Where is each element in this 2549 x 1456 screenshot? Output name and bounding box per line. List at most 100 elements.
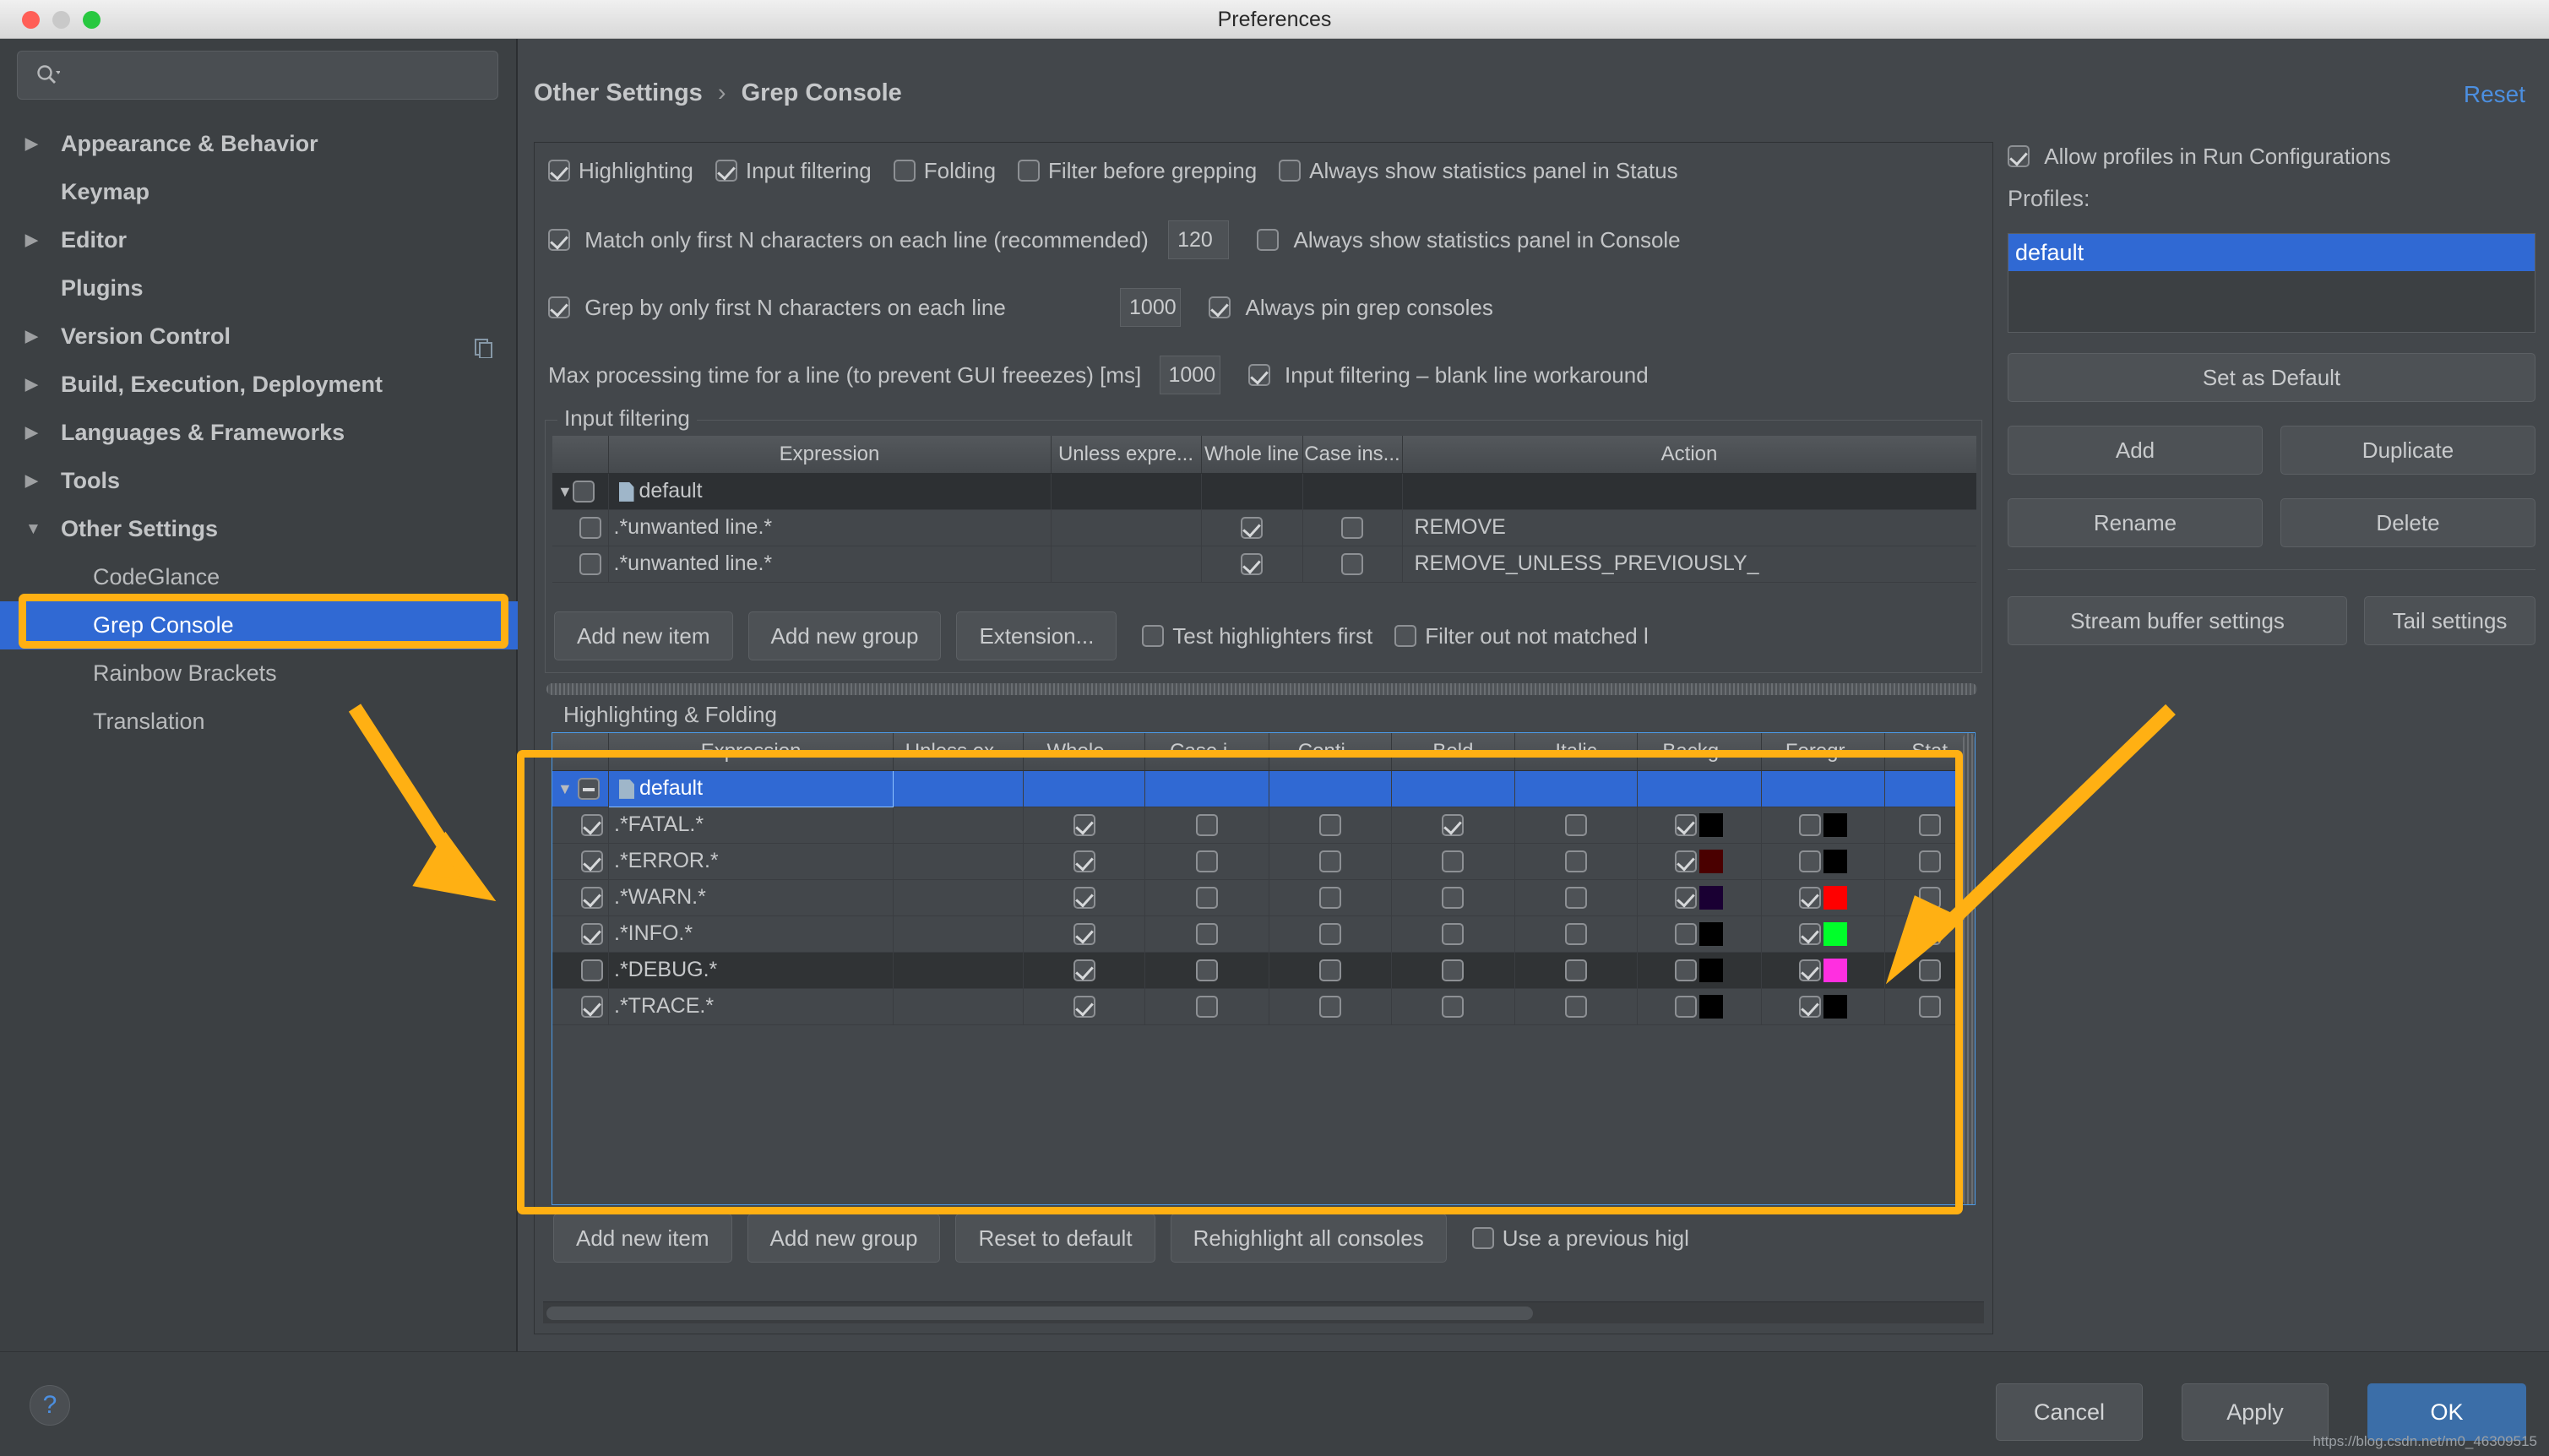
hl-expression-cell[interactable]: .*ERROR.* (608, 843, 894, 880)
hl-column-header[interactable]: Conti... (1269, 733, 1392, 771)
hl-stat-checkbox[interactable] (1918, 814, 1941, 837)
if-column-header[interactable]: Case ins... (1302, 436, 1403, 474)
hl-italic-checkbox[interactable] (1565, 996, 1588, 1019)
hl-column-header[interactable]: Foregr... (1761, 733, 1886, 771)
highlighting-vertical-scrollbar[interactable] (1963, 733, 1975, 1204)
hl-rehighlight-all-consoles-button[interactable]: Rehighlight all consoles (1170, 1214, 1447, 1263)
if-unless-cell[interactable] (1051, 509, 1202, 546)
hl-unless-cell[interactable] (893, 843, 1024, 880)
hl-stat-checkbox[interactable] (1918, 996, 1941, 1019)
hl-unless-cell[interactable] (893, 988, 1024, 1025)
reset-link[interactable]: Reset (2464, 81, 2525, 108)
profiles-list-item-default[interactable]: default (2008, 234, 2535, 271)
table-row[interactable]: .*unwanted line.* REMOVE_UNLESS_PREVIOUSL… (552, 546, 1976, 583)
hl-add-new-group-button[interactable]: Add new group (747, 1214, 941, 1263)
if-column-header[interactable]: Whole line (1201, 436, 1303, 474)
if-unless-cell[interactable] (1051, 473, 1202, 510)
hl-whole-line-checkbox[interactable] (1073, 887, 1095, 910)
hl-whole-line-checkbox[interactable] (1073, 923, 1095, 946)
hl-foreground-checkbox[interactable] (1799, 959, 1821, 982)
sidebar-item-grep-console[interactable]: Grep Console (0, 601, 518, 649)
hl-expression-cell[interactable]: .*INFO.* (608, 915, 894, 953)
hl-column-header[interactable]: Whole... (1023, 733, 1146, 771)
chevron-down-icon[interactable]: ▼ (25, 505, 41, 553)
hl-continue-checkbox[interactable] (1318, 814, 1341, 837)
hl-expression-cell[interactable]: .*FATAL.* (608, 807, 894, 844)
match-first-n-value[interactable]: 120 (1168, 220, 1230, 259)
hl-foreground-checkbox[interactable] (1799, 887, 1821, 910)
hl-background-swatch[interactable] (1699, 959, 1724, 983)
if-test-highlighters-first-checkbox[interactable] (1142, 625, 1165, 647)
add-profile-button[interactable]: Add (2008, 426, 2263, 475)
if-column-header[interactable]: Expression (608, 436, 1052, 474)
hl-case-insensitive-checkbox[interactable] (1196, 996, 1219, 1019)
chevron-right-icon[interactable]: ▶ (25, 409, 38, 457)
chevron-right-icon[interactable]: ▶ (25, 120, 38, 168)
hl-column-header[interactable]: Case i... (1144, 733, 1270, 771)
hl-stat-checkbox[interactable] (1918, 959, 1941, 982)
if-column-header[interactable]: Action (1402, 436, 1976, 474)
hl-continue-checkbox[interactable] (1318, 996, 1341, 1019)
delete-profile-button[interactable]: Delete (2280, 498, 2535, 547)
hl-whole-line-checkbox[interactable] (1073, 814, 1095, 837)
hl-case-insensitive-checkbox[interactable] (1196, 923, 1219, 946)
if-case-insensitive-checkbox[interactable] (1341, 517, 1363, 540)
allow-profiles-checkbox[interactable] (2008, 145, 2030, 168)
hl-background-checkbox[interactable] (1675, 923, 1698, 946)
hl-foreground-checkbox[interactable] (1799, 923, 1821, 946)
sidebar-item-plugins[interactable]: Plugins (0, 264, 518, 312)
sidebar-item-other-settings[interactable]: ▼ Other Settings (0, 505, 518, 553)
grep-first-n-checkbox[interactable] (548, 296, 570, 318)
sidebar-item-appearance-behavior[interactable]: ▶ Appearance & Behavior (0, 120, 518, 168)
stats-console-checkbox[interactable] (1257, 229, 1280, 251)
sidebar-item-rainbow-brackets[interactable]: Rainbow Brackets (0, 649, 518, 698)
help-button[interactable]: ? (30, 1385, 70, 1426)
stream-buffer-settings-button[interactable]: Stream buffer settings (2008, 596, 2347, 645)
row-enabled-checkbox[interactable] (581, 923, 603, 946)
hl-italic-checkbox[interactable] (1565, 814, 1588, 837)
if-action-cell[interactable]: REMOVE_UNLESS_PREVIOUSLY_ (1402, 546, 1976, 583)
hl-use-previous-highlight-checkbox[interactable] (1471, 1227, 1494, 1249)
if-add-new-group-button[interactable]: Add new group (747, 611, 942, 660)
if-expression-cell[interactable]: .*unwanted line.* (608, 546, 1052, 583)
table-row[interactable]: ▼ default (552, 473, 1976, 510)
cancel-button[interactable]: Cancel (1996, 1383, 2143, 1441)
hl-expression-cell[interactable]: .*WARN.* (608, 879, 894, 916)
row-enabled-checkbox[interactable] (579, 517, 601, 540)
hl-expression-cell[interactable]: .*DEBUG.* (608, 952, 894, 989)
hl-column-header[interactable]: Italic (1514, 733, 1638, 771)
apply-button[interactable]: Apply (2182, 1383, 2329, 1441)
if-expression-cell[interactable]: default (608, 473, 1052, 510)
hl-italic-checkbox[interactable] (1565, 887, 1588, 910)
hl-background-swatch[interactable] (1699, 813, 1724, 838)
sidebar-item-version-control[interactable]: ▶ Version Control (0, 312, 518, 361)
panel-splitter[interactable] (546, 683, 1977, 695)
table-row[interactable]: .*unwanted line.* REMOVE (552, 509, 1976, 546)
hl-foreground-checkbox[interactable] (1799, 996, 1821, 1019)
hl-foreground-swatch[interactable] (1823, 813, 1847, 838)
if-expression-cell[interactable]: .*unwanted line.* (608, 509, 1052, 546)
search-input[interactable] (17, 51, 498, 100)
hl-bold-checkbox[interactable] (1442, 996, 1465, 1019)
sidebar-item-build-execution-deployment[interactable]: ▶ Build, Execution, Deployment (0, 361, 518, 409)
hl-bold-checkbox[interactable] (1442, 959, 1465, 982)
hl-background-swatch[interactable] (1699, 995, 1724, 1019)
hl-column-header[interactable] (552, 733, 609, 771)
row-enabled-checkbox[interactable] (581, 850, 603, 873)
hl-continue-checkbox[interactable] (1318, 959, 1341, 982)
hl-bold-checkbox[interactable] (1442, 814, 1465, 837)
hl-foreground-checkbox[interactable] (1799, 814, 1821, 837)
hl-column-header[interactable]: Unless ex... (893, 733, 1024, 771)
row-enabled-checkbox[interactable] (579, 553, 601, 576)
hl-continue-checkbox[interactable] (1318, 923, 1341, 946)
set-as-default-button[interactable]: Set as Default (2008, 353, 2535, 402)
hl-column-header[interactable]: Backg... (1637, 733, 1762, 771)
profiles-list[interactable]: default (2008, 233, 2535, 333)
hl-whole-line-checkbox[interactable] (1073, 850, 1095, 873)
chevron-down-icon[interactable]: ▼ (557, 780, 573, 798)
hl-whole-line-checkbox[interactable] (1073, 959, 1095, 982)
hl-bold-checkbox[interactable] (1442, 850, 1465, 873)
ok-button[interactable]: OK (2367, 1383, 2526, 1441)
if-whole-line-checkbox[interactable] (1241, 517, 1263, 540)
hl-unless-cell[interactable] (893, 879, 1024, 916)
